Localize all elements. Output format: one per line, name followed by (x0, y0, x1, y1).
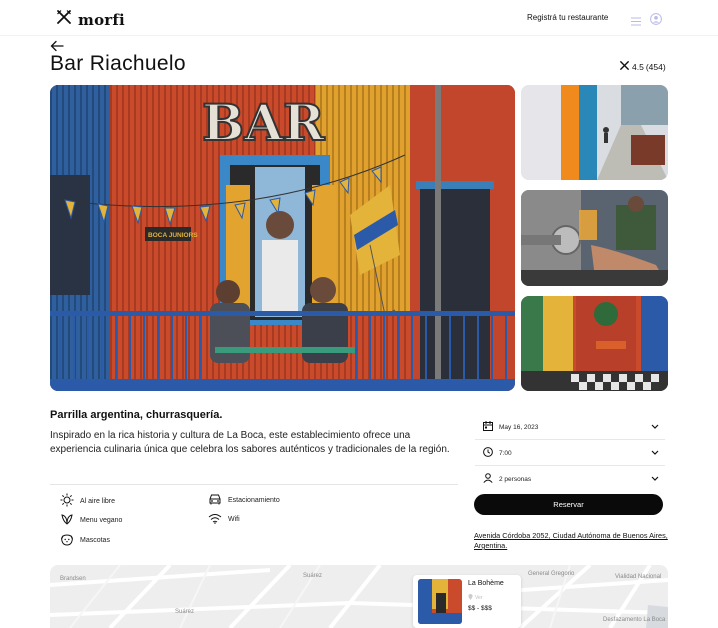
reservation-divider (475, 439, 665, 440)
menu-icon[interactable] (631, 13, 641, 31)
sun-icon (60, 493, 74, 509)
amenity-wifi: Wifi (208, 513, 240, 526)
party-size-value: 2 personas (499, 475, 532, 483)
side-photo-street[interactable] (521, 85, 668, 180)
date-selector[interactable]: May 16, 2023 (483, 420, 659, 434)
cuisine-subtitle: Parrilla argentina, churrasquería. (50, 409, 223, 421)
amenity-parking: Estacionamiento (208, 493, 280, 507)
party-size-selector[interactable]: 2 personas (483, 472, 659, 486)
pin-icon (468, 594, 473, 602)
map-card-thumbnail (418, 579, 462, 624)
date-value: May 16, 2023 (499, 423, 539, 431)
chevron-down-icon (651, 476, 659, 483)
boca-banner-text: BOCA JUNIORS (148, 232, 198, 239)
map-restaurant-card[interactable]: La Bohème Ver $$ - $$$ (413, 575, 521, 628)
map-card-name: La Bohème (468, 580, 504, 587)
utensils-icon (56, 9, 72, 30)
map-card-price: $$ - $$$ (468, 605, 492, 612)
side-photo-patio[interactable] (521, 296, 668, 391)
register-restaurant-link[interactable]: Registrá tu restaurante (527, 13, 608, 22)
dog-icon (60, 533, 74, 548)
utensils-rating-icon (619, 60, 630, 73)
user-avatar-icon[interactable] (650, 12, 662, 30)
rating-value: 4.5 (632, 61, 644, 72)
map-streets-graphic (50, 565, 668, 628)
chevron-down-icon (651, 450, 659, 457)
time-value: 7:00 (499, 449, 512, 457)
chevron-down-icon (651, 424, 659, 431)
car-icon (208, 493, 222, 507)
restaurant-title: Bar Riachuelo (50, 52, 186, 75)
rating-count: (454) (645, 61, 666, 72)
map-card-location: Ver (468, 594, 483, 602)
brand-name: morfi (78, 10, 125, 29)
bar-sign-text: BAR (202, 93, 325, 152)
side-photo-beer[interactable] (521, 190, 668, 286)
top-nav-bar: morfi Registrá tu restaurante (0, 0, 718, 36)
restaurant-address[interactable]: Avenida Córdoba 2052, Ciudad Autónoma de… (474, 531, 674, 551)
amenity-vegan: Menu vegano (60, 513, 122, 527)
clock-icon (483, 447, 493, 459)
time-selector[interactable]: 7:00 (483, 446, 659, 460)
section-divider (50, 484, 458, 485)
wifi-icon (208, 513, 222, 526)
main-photo[interactable]: BAR BOCA JUNIORS (50, 85, 515, 391)
location-map[interactable]: Brandsen Suárez Suárez General Gregorio … (50, 565, 668, 628)
amenity-pets: Mascotas (60, 533, 110, 548)
leaf-icon (60, 513, 74, 527)
restaurant-description: Inspirado en la rica historia y cultura … (50, 430, 450, 455)
brand-logo[interactable]: morfi (56, 9, 125, 30)
amenity-outdoor: Al aire libre (60, 493, 115, 509)
calendar-icon (483, 421, 493, 433)
rating-summary: 4.5 (454) (619, 60, 666, 73)
reserve-button[interactable]: Reservar (474, 494, 663, 515)
person-icon (483, 473, 493, 485)
reservation-divider (475, 465, 665, 466)
